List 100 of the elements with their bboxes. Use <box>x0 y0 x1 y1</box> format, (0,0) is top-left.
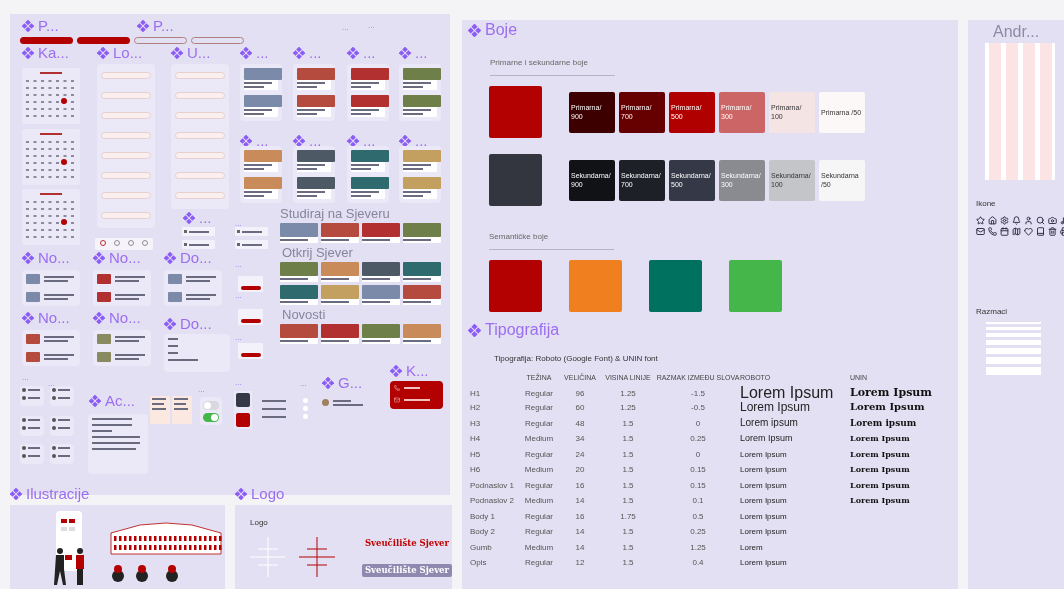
section-label: Ikone <box>976 198 997 210</box>
photo-placeholder <box>26 292 40 302</box>
table-cell-text: 1.5 <box>621 557 635 570</box>
section-title: Tipografija <box>485 322 560 338</box>
section-title: Do... <box>180 250 212 265</box>
section-title: Ilustracije <box>26 486 90 501</box>
diamond-icon <box>399 134 411 147</box>
primary-button[interactable] <box>77 37 130 44</box>
table-cell-text: 1.25 <box>619 387 637 400</box>
photo-placeholder <box>351 150 389 162</box>
input-field[interactable] <box>175 72 225 79</box>
diamond-icon <box>89 394 101 407</box>
input-field[interactable] <box>175 152 225 159</box>
input-field[interactable] <box>101 112 151 119</box>
logo-mark-drawing <box>299 537 335 577</box>
photo-placeholder <box>244 177 282 189</box>
photo-placeholder <box>321 324 359 338</box>
table-cell-text: Regular <box>524 402 554 415</box>
diamond-icon <box>468 323 481 337</box>
component-label: ... <box>235 334 242 342</box>
table-cell-text: Regular <box>524 479 554 492</box>
table-cell-text: 0.15 <box>689 479 707 492</box>
toggle-switch[interactable] <box>203 412 219 422</box>
text-placeholder <box>189 230 209 233</box>
diamond-icon <box>22 46 34 59</box>
diamond-icon <box>93 251 105 264</box>
photo-placeholder <box>403 177 441 189</box>
table-cell-text: Regular <box>524 387 554 400</box>
toggle-switch[interactable] <box>203 400 219 410</box>
table-cell-text: 14 <box>574 495 586 508</box>
menu-item[interactable] <box>235 240 268 249</box>
table-cell-text: 1.5 <box>621 417 635 430</box>
font-sample: Lorem Ipsum <box>740 384 834 401</box>
typography-subtitle: Tipografija: Roboto (Google Font) & UNIN font <box>494 354 658 363</box>
font-sample: Lorem Ipsum <box>740 449 787 459</box>
photo-placeholder <box>244 95 282 107</box>
diamond-icon <box>347 134 359 147</box>
photo-placeholder <box>297 177 335 189</box>
table-cell-text: 34 <box>574 433 586 446</box>
input-field[interactable] <box>101 132 151 139</box>
table-cell-text: Regular <box>524 557 554 570</box>
table-cell-text: Podnaslov 2 <box>470 495 516 508</box>
table-cell-text: 1.5 <box>621 433 635 446</box>
primary-button[interactable] <box>20 37 73 44</box>
section-title: G... <box>338 375 363 390</box>
input-field[interactable] <box>101 72 151 79</box>
table-cell-text: Body 1 <box>470 510 496 523</box>
photo-placeholder <box>244 150 282 162</box>
table-cell-text: 0.1 <box>691 495 705 508</box>
table-cell-text: Medium <box>523 541 555 554</box>
table-cell-text: 48 <box>574 417 586 430</box>
input-field[interactable] <box>101 192 151 199</box>
input-field[interactable] <box>101 92 151 99</box>
input-field[interactable] <box>175 92 225 99</box>
input-field[interactable] <box>101 212 151 219</box>
diamond-icon <box>93 311 105 324</box>
diamond-icon <box>171 46 183 59</box>
component-label: ... <box>235 261 242 269</box>
photo-placeholder <box>97 352 111 362</box>
photo-placeholder <box>297 95 335 107</box>
component-label: ... <box>235 379 242 387</box>
photo-placeholder <box>280 324 318 338</box>
text-placeholder <box>262 415 286 418</box>
font-sample: Lorem Ipsum <box>850 495 910 506</box>
photo-placeholder <box>168 274 182 284</box>
input-field[interactable] <box>101 152 151 159</box>
input-field[interactable] <box>101 172 151 179</box>
input-field[interactable] <box>175 172 225 179</box>
photo-placeholder <box>297 68 335 80</box>
table-cell-text: Gumb <box>470 541 493 554</box>
menu-item[interactable] <box>235 227 268 236</box>
section-title: No... <box>38 250 70 265</box>
calendar-drawing <box>22 189 80 245</box>
text-placeholder <box>242 230 262 233</box>
input-field[interactable] <box>175 192 225 199</box>
spacing-bar <box>986 367 1041 375</box>
frame-title: Andr... <box>993 24 1041 40</box>
input-field[interactable] <box>175 112 225 119</box>
table-cell-text: H4 <box>470 433 482 446</box>
table-cell-text: 0.4 <box>691 557 705 570</box>
input-field[interactable] <box>175 132 225 139</box>
table-cell-text: Body 2 <box>470 526 496 539</box>
section-title: No... <box>109 250 141 265</box>
font-sample: Lorem Ipsum <box>740 511 787 521</box>
font-sample: Lorem Ipsum <box>740 496 787 506</box>
table-cell-text: 20 <box>574 464 586 477</box>
component-label: ... <box>198 386 205 394</box>
section-title: ... <box>415 133 428 148</box>
table-cell-text: -1.5 <box>690 387 706 400</box>
font-sample: Lorem Ipsum <box>740 433 793 444</box>
section-title: ... <box>309 45 322 60</box>
table-cell-text: 14 <box>574 526 586 539</box>
menu-item[interactable] <box>182 240 215 249</box>
component-label: ... <box>22 374 29 382</box>
menu-item[interactable] <box>182 227 215 236</box>
font-sample: Lorem Ipsum <box>740 480 787 490</box>
photo-placeholder <box>280 285 318 299</box>
table-cell-text: H2 <box>470 402 482 415</box>
color-chip <box>236 413 250 427</box>
photo-placeholder <box>168 292 182 302</box>
